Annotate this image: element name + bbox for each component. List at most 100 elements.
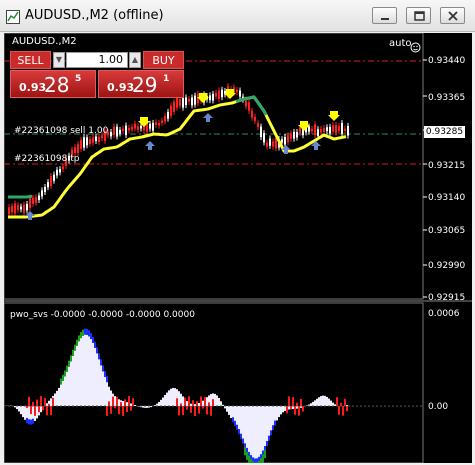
indicator-red-bar [178,406,180,416]
indicator-bar-cap [252,461,254,463]
indicator-bar [186,401,188,406]
indicator-bar [174,388,176,406]
indicator-bar [346,405,348,406]
sell-button[interactable]: SELL [10,51,51,69]
smiley-icon [410,38,421,57]
window-titlebar[interactable]: AUDUSD.,M2 (offline) [0,0,475,32]
indicator-bar-cap [266,440,268,446]
indicator-bar-cap [254,458,256,463]
indicator-red-bar [198,406,200,414]
indicator-red-bar [302,406,304,412]
indicator-red-bar [194,406,196,416]
candle-body [95,136,97,141]
candle-body [296,132,298,138]
candle-body [284,137,286,145]
lot-size-field[interactable]: 1.00 [66,52,128,68]
restore-button[interactable] [406,7,431,24]
indicator-bar-cap [236,424,238,430]
indicator-bar [268,406,270,440]
indicator-bar [172,387,174,406]
indicator-red-bar [124,399,126,406]
up-signal-arrow [145,141,155,150]
indicator-bar [96,353,98,406]
indicator-bar-cap [100,359,102,366]
indicator-red-bar [118,406,120,415]
indicator-red-bar [186,406,188,410]
indicator-bar [238,406,240,434]
indicator-bar-cap [96,347,98,354]
ask-quote[interactable]: 0.93 29 1 [98,70,184,98]
price-tick: 0.93365 [428,93,466,103]
indicator-bar-cap [258,460,260,463]
price-axis-ticks [423,59,427,298]
indicator-bar [86,334,88,406]
trend-line-green [8,194,33,199]
candle-body [35,197,37,203]
minimize-button[interactable] [372,7,397,24]
indicator-red-bar [52,397,54,406]
indicator-bar [226,406,228,412]
indicator-bar [164,395,166,406]
indicator-red-bar [192,400,194,406]
indicator-bar [162,397,164,406]
candle-body [212,93,214,101]
indicator-red-bar [110,406,112,414]
candle-body [254,116,256,121]
indicator-bar-cap [88,330,90,337]
price-tick: 0.93065 [428,226,466,236]
indicator-bar-cap [240,433,242,439]
indicator-bar [68,366,70,406]
close-button[interactable] [440,7,465,24]
candle-body [83,137,85,148]
indicator-bar [230,406,232,419]
indicator-bar [258,406,260,461]
indicator-bar-cap [250,459,252,463]
candle-body [98,136,100,143]
indicator-red-bar [30,406,32,415]
indicator-bar-cap [30,419,32,425]
indicator-bar [324,395,326,406]
indicator-bar [262,406,264,455]
indicator-bar [50,398,52,406]
buy-button[interactable]: BUY [143,51,184,69]
indicator-bar [58,387,60,406]
indicator-bar [310,403,312,406]
candle-body [239,90,241,97]
indicator-red-bar [44,398,46,406]
indicator-bar [326,396,328,406]
indicator-bar-cap [70,355,72,362]
indicator-red-bar [50,406,52,416]
indicator-bar [74,350,76,406]
candle-body [218,90,220,100]
indicator-red-bar [122,406,124,416]
indicator-bar-cap [104,371,106,378]
indicator-bar [46,403,48,406]
candle-body [257,123,259,128]
indicator-red-bar [130,406,132,411]
indicator-red-bar [34,406,36,416]
indicator-bar-cap [254,462,256,463]
indicator-bar [36,406,38,419]
candle-body [116,126,118,137]
indicator-bar-cap [86,328,88,335]
indicator-bar [158,401,160,406]
candle-body [74,147,76,154]
indicator-bar [270,406,272,435]
indicator-red-bar [38,406,40,413]
down-signal-arrow [138,117,150,127]
lot-increase-button[interactable]: ▲ [129,52,141,68]
sell-order-label: #22361098 sell 1.00 [14,126,109,136]
lot-decrease-button[interactable]: ▼ [53,52,65,68]
candle-body [119,129,121,134]
indicator-red-bar [290,406,292,409]
candle-body [266,142,268,147]
candle-body [335,125,337,133]
indicator-bar-cap [94,341,96,348]
indicator-red-bar [296,402,298,406]
indicator-bar-cap [264,450,266,459]
bid-quote[interactable]: 0.93 28 5 [10,70,96,98]
candle-body [344,128,346,131]
indicator-red-bar [210,406,212,416]
candle-body [32,197,34,204]
indicator-bar [318,397,320,406]
